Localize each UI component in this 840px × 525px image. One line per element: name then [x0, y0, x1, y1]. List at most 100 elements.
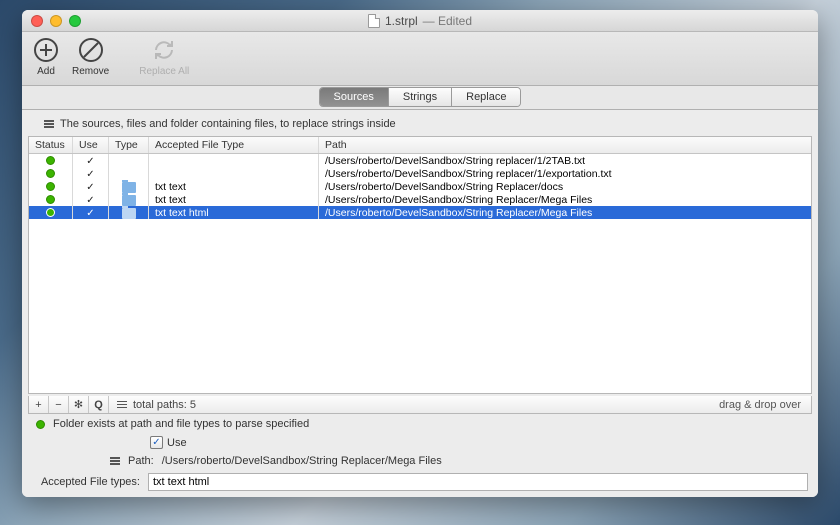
- folder-icon: [122, 208, 136, 219]
- cell-type: [109, 167, 149, 180]
- checkmark-icon: ✓: [86, 195, 94, 206]
- add-button[interactable]: Add: [32, 36, 60, 77]
- col-use[interactable]: Use: [73, 137, 109, 153]
- add-row-button[interactable]: +: [29, 396, 49, 413]
- col-path[interactable]: Path: [319, 137, 811, 153]
- cell-use: ✓: [73, 154, 109, 167]
- accepted-file-types-input[interactable]: [148, 473, 808, 491]
- status-ok-icon: [46, 195, 55, 204]
- remove-button[interactable]: Remove: [72, 36, 109, 77]
- edited-indicator: — Edited: [423, 14, 472, 28]
- status-ok-icon: [46, 208, 55, 217]
- plus-circle-icon: [32, 36, 60, 64]
- path-row: Path: /Users/roberto/DevelSandbox/String…: [32, 455, 808, 467]
- minimize-window-button[interactable]: [50, 15, 62, 27]
- replace-all-label: Replace All: [139, 66, 189, 77]
- total-paths: total paths: 5: [109, 399, 204, 411]
- document-icon: [368, 14, 380, 28]
- cell-path: /Users/roberto/DevelSandbox/String Repla…: [319, 206, 811, 219]
- app-window: 1.strpl — Edited Add Remove Replace All …: [22, 10, 818, 497]
- search-button[interactable]: Q: [89, 396, 109, 413]
- remove-row-button[interactable]: −: [49, 396, 69, 413]
- tab-sources[interactable]: Sources: [320, 88, 389, 106]
- cell-use: ✓: [73, 206, 109, 219]
- close-window-button[interactable]: [31, 15, 43, 27]
- traffic-lights: [22, 15, 81, 27]
- status-ok-icon: [46, 182, 55, 191]
- cell-type: [109, 154, 149, 167]
- replace-all-button[interactable]: Replace All: [139, 36, 189, 77]
- cell-use: ✓: [73, 193, 109, 206]
- cell-path: /Users/roberto/DevelSandbox/String repla…: [319, 154, 811, 167]
- table-header: Status Use Type Accepted File Type Path: [29, 137, 811, 154]
- status-ok-icon: [36, 420, 45, 429]
- drag-drop-hint: drag & drop over: [719, 399, 811, 411]
- cell-accepted-file-type: txt text: [149, 180, 319, 193]
- description-row: The sources, files and folder containing…: [22, 114, 818, 134]
- tab-replace[interactable]: Replace: [452, 88, 520, 106]
- table-row[interactable]: ✓ txt text/Users/roberto/DevelSandbox/Str…: [29, 193, 811, 206]
- tab-strip: Sources Strings Replace: [22, 86, 818, 110]
- aft-label: Accepted File types:: [32, 476, 140, 488]
- segmented-control: Sources Strings Replace: [319, 87, 522, 107]
- table-row[interactable]: ✓ txt text html/Users/roberto/DevelSandbo…: [29, 206, 811, 219]
- cycle-icon: [150, 36, 178, 64]
- col-accepted-file-type[interactable]: Accepted File Type: [149, 137, 319, 153]
- settings-button[interactable]: ✻: [69, 396, 89, 413]
- cell-type: [109, 206, 149, 219]
- cell-accepted-file-type: txt text html: [149, 206, 319, 219]
- col-status[interactable]: Status: [29, 137, 73, 153]
- cell-status: [29, 193, 73, 206]
- cell-path: /Users/roberto/DevelSandbox/String Repla…: [319, 193, 811, 206]
- path-label: Path:: [128, 455, 154, 467]
- window-title: 1.strpl — Edited: [368, 14, 472, 28]
- cell-accepted-file-type: txt text: [149, 193, 319, 206]
- title-text: 1.strpl: [385, 14, 418, 28]
- add-label: Add: [37, 66, 55, 77]
- cell-path: /Users/roberto/DevelSandbox/String repla…: [319, 167, 811, 180]
- toolbar: Add Remove Replace All: [22, 32, 818, 86]
- sources-table: Status Use Type Accepted File Type Path …: [28, 136, 812, 394]
- cell-status: [29, 206, 73, 219]
- status-row: Folder exists at path and file types to …: [32, 418, 808, 430]
- status-ok-icon: [46, 156, 55, 165]
- cell-status: [29, 180, 73, 193]
- content-area: The sources, files and folder containing…: [22, 110, 818, 497]
- titlebar: 1.strpl — Edited: [22, 10, 818, 32]
- description-text: The sources, files and folder containing…: [60, 118, 396, 130]
- col-type[interactable]: Type: [109, 137, 149, 153]
- accepted-file-types-row: Accepted File types:: [32, 473, 808, 491]
- table-row[interactable]: ✓ /Users/roberto/DevelSandbox/String repl…: [29, 154, 811, 167]
- search-icon: Q: [94, 399, 103, 411]
- table-footer: + − ✻ Q total paths: 5 drag & drop over: [28, 396, 812, 414]
- list-icon: [44, 120, 54, 128]
- details-panel: Folder exists at path and file types to …: [32, 418, 808, 491]
- remove-label: Remove: [72, 66, 109, 77]
- use-checkbox[interactable]: ✓: [150, 436, 163, 449]
- use-label: Use: [167, 437, 187, 449]
- list-icon: [117, 401, 127, 409]
- cell-use: ✓: [73, 167, 109, 180]
- cell-status: [29, 154, 73, 167]
- checkmark-icon: ✓: [86, 182, 94, 193]
- checkmark-icon: ✓: [86, 208, 94, 219]
- cell-type: [109, 180, 149, 193]
- table-row[interactable]: ✓ /Users/roberto/DevelSandbox/String repl…: [29, 167, 811, 180]
- cell-accepted-file-type: [149, 167, 319, 180]
- cell-path: /Users/roberto/DevelSandbox/String Repla…: [319, 180, 811, 193]
- list-icon: [110, 457, 120, 465]
- path-value: /Users/roberto/DevelSandbox/String Repla…: [162, 455, 442, 467]
- tab-strings[interactable]: Strings: [389, 88, 452, 106]
- checkmark-icon: ✓: [86, 169, 94, 180]
- cell-type: [109, 193, 149, 206]
- gear-icon: ✻: [74, 398, 83, 411]
- cell-accepted-file-type: [149, 154, 319, 167]
- prohibit-icon: [77, 36, 105, 64]
- status-text: Folder exists at path and file types to …: [53, 418, 309, 430]
- folder-icon: [122, 182, 136, 193]
- zoom-window-button[interactable]: [69, 15, 81, 27]
- folder-icon: [122, 195, 136, 206]
- table-body[interactable]: ✓ /Users/roberto/DevelSandbox/String repl…: [29, 154, 811, 393]
- table-row[interactable]: ✓ txt text/Users/roberto/DevelSandbox/Str…: [29, 180, 811, 193]
- use-checkbox-row: ✓ Use: [150, 436, 808, 449]
